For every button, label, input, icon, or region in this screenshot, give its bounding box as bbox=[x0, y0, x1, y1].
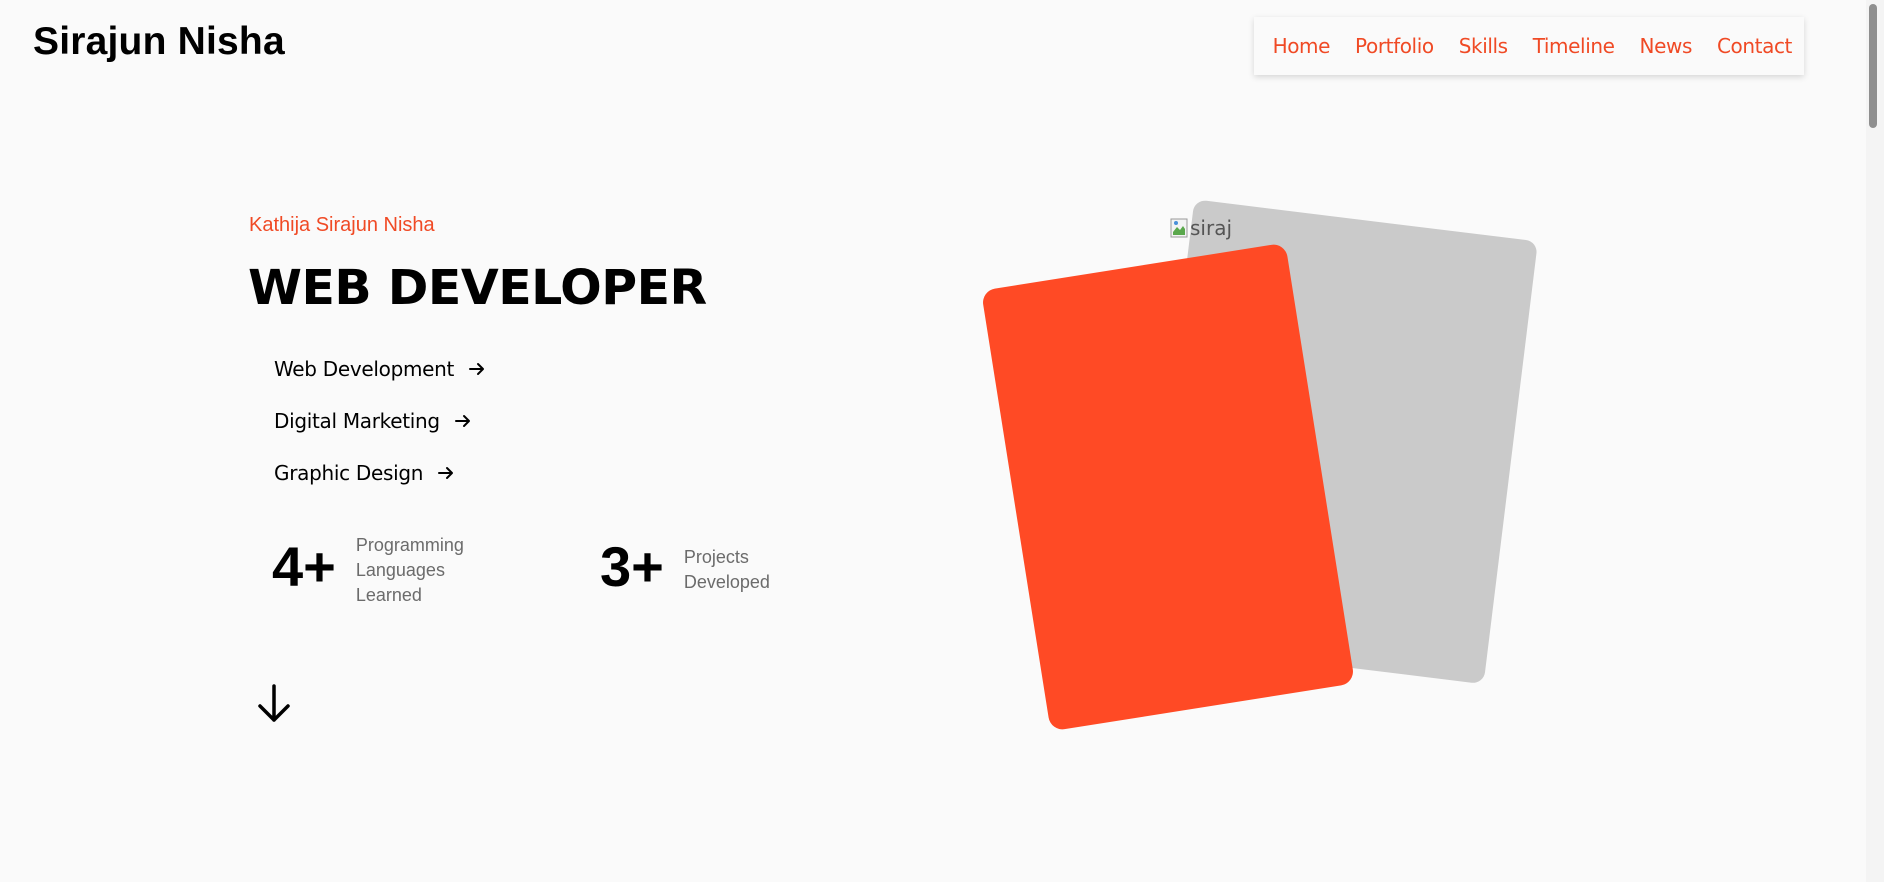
nav-contact[interactable]: Contact bbox=[1717, 34, 1792, 58]
navbar: Home Portfolio Skills Timeline News Cont… bbox=[1254, 17, 1804, 75]
hero-eyebrow: Kathija Sirajun Nisha bbox=[249, 214, 435, 236]
profile-image: siraj bbox=[1170, 216, 1232, 240]
arrow-down-icon[interactable] bbox=[254, 682, 294, 726]
nav-home[interactable]: Home bbox=[1273, 34, 1331, 58]
site-title[interactable]: Sirajun Nisha bbox=[33, 20, 285, 64]
service-web-development[interactable]: Web Development bbox=[274, 357, 486, 381]
stat-number: 3+ bbox=[600, 535, 664, 598]
service-label: Graphic Design bbox=[274, 461, 424, 485]
stat-label: Projects Developed bbox=[683, 547, 770, 592]
stat-label: Programming Languages Learned bbox=[355, 535, 464, 605]
service-digital-marketing[interactable]: Digital Marketing bbox=[274, 409, 472, 433]
service-graphic-design[interactable]: Graphic Design bbox=[274, 461, 455, 485]
nav-portfolio[interactable]: Portfolio bbox=[1355, 34, 1434, 58]
hero-headline: WEB DEVELOPER bbox=[248, 260, 707, 316]
nav-news[interactable]: News bbox=[1640, 34, 1693, 58]
scrollbar-thumb[interactable] bbox=[1869, 4, 1877, 128]
bottom-edge bbox=[0, 882, 1884, 895]
broken-image-icon bbox=[1170, 218, 1188, 238]
arrow-right-icon bbox=[438, 467, 454, 479]
stat-languages: 4+ Programming Languages Learned bbox=[272, 535, 476, 608]
arrow-right-icon bbox=[454, 415, 470, 427]
nav-timeline[interactable]: Timeline bbox=[1533, 34, 1615, 58]
scrollbar-track[interactable] bbox=[1866, 0, 1884, 882]
image-alt-text: siraj bbox=[1190, 216, 1233, 240]
service-label: Web Development bbox=[274, 357, 455, 381]
arrow-right-icon bbox=[469, 363, 485, 375]
service-label: Digital Marketing bbox=[274, 409, 440, 433]
nav-skills[interactable]: Skills bbox=[1459, 34, 1508, 58]
stat-projects: 3+ Projects Developed bbox=[600, 537, 784, 597]
stat-number: 4+ bbox=[272, 535, 336, 598]
page-viewport: Sirajun Nisha Home Portfolio Skills Time… bbox=[0, 0, 1866, 882]
